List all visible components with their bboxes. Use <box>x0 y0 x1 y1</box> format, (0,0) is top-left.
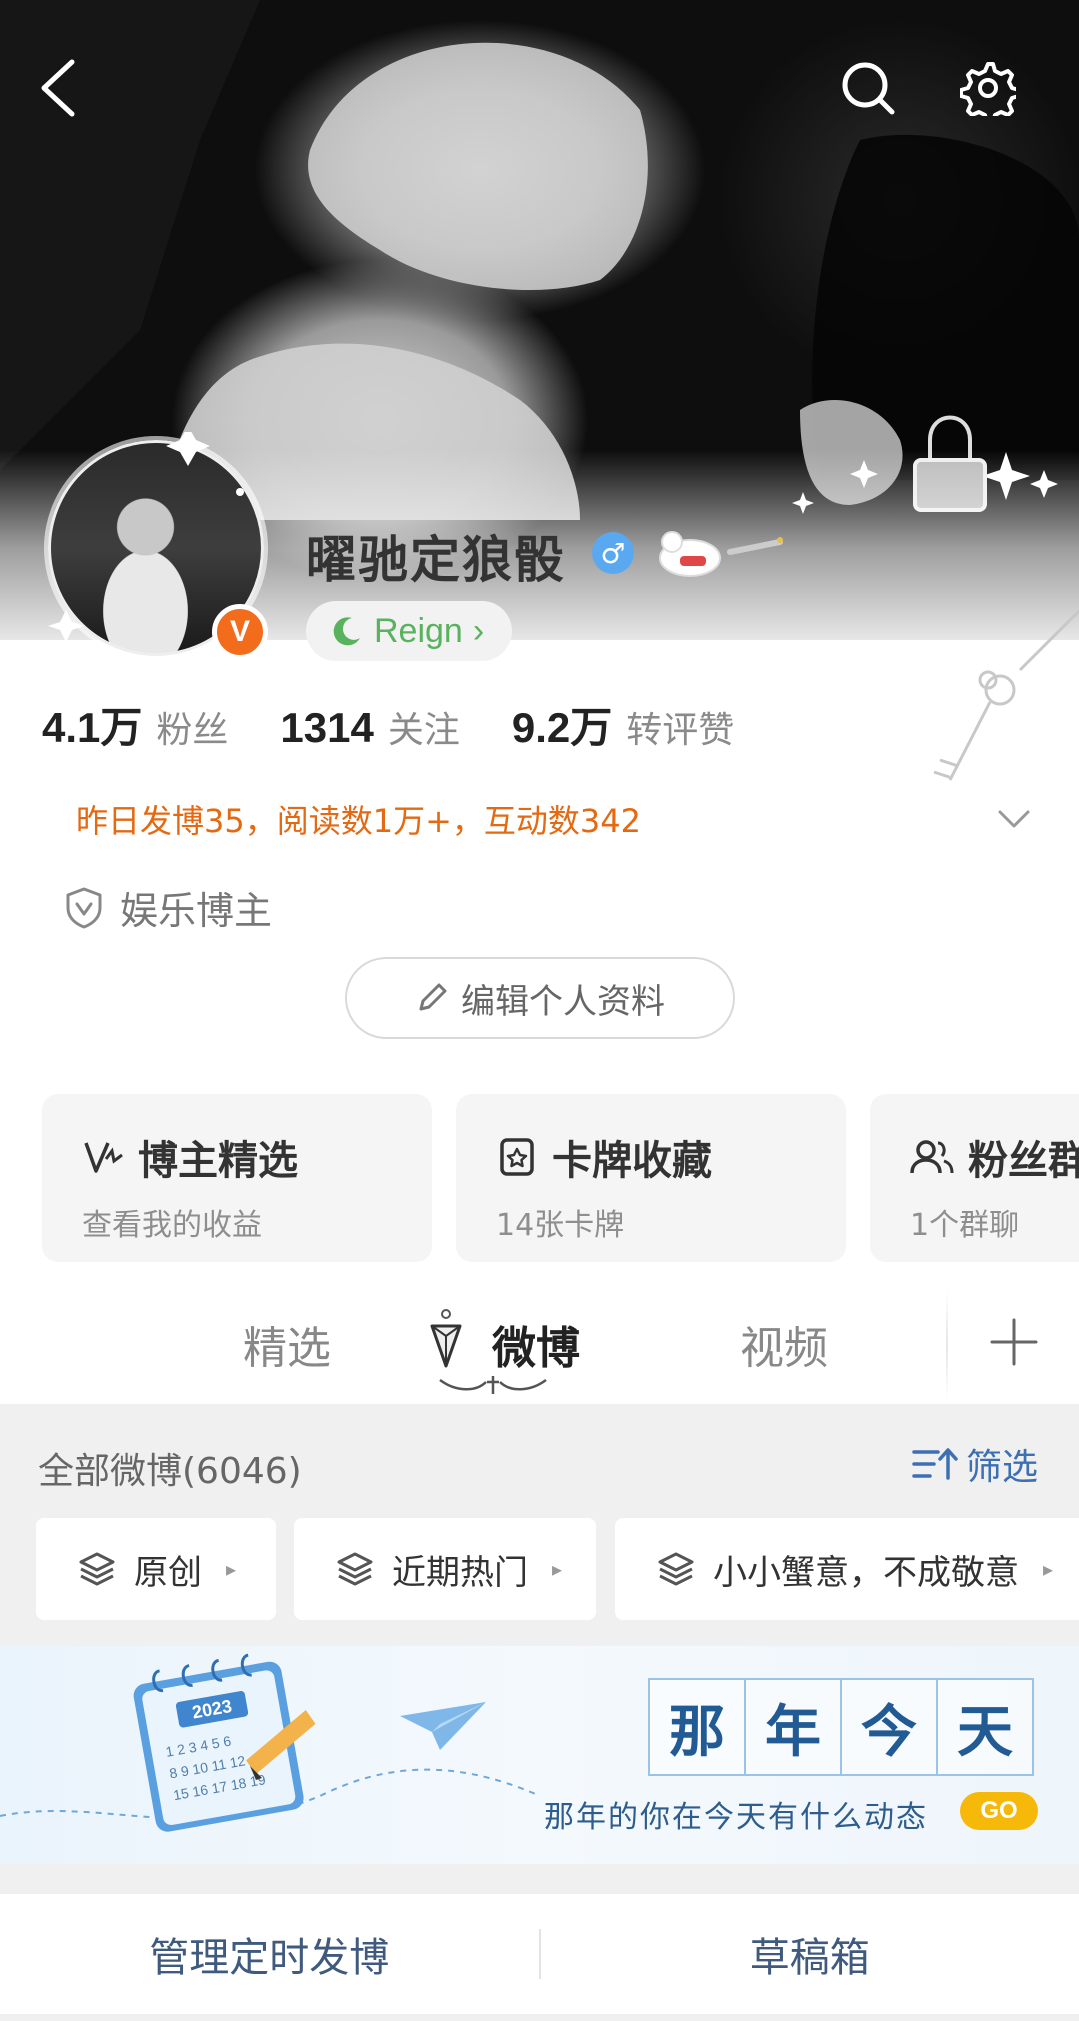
stat-label: 转评赞 <box>626 710 735 751</box>
edit-profile-label: 编辑个人资料 <box>461 981 665 1022</box>
go-button[interactable]: GO <box>960 1792 1038 1830</box>
stat-interactions[interactable]: 9.2万 转评赞 <box>512 694 734 755</box>
shield-icon <box>66 887 102 928</box>
on-this-day-banner[interactable]: 2023 1 2 3 4 5 6 8 9 10 11 12 15 16 17 1… <box>0 1646 1079 1864</box>
chip-recent-hot[interactable]: 近期热门 ▸ <box>294 1518 596 1620</box>
settings-button[interactable] <box>948 48 1028 128</box>
stat-value: 1314 <box>280 704 374 751</box>
chip-label: 原创 <box>134 1552 202 1593</box>
card-title: 粉丝群 <box>968 1138 1079 1184</box>
filter-button[interactable]: 筛选 <box>912 1438 1038 1490</box>
card-title: 博主精选 <box>138 1138 298 1184</box>
title-char: 天 <box>936 1678 1034 1776</box>
reign-membership-pill[interactable]: Reign › <box>306 601 513 661</box>
crown-check-icon <box>84 1142 123 1173</box>
diamond-pendant-icon <box>430 1309 462 1368</box>
stat-value: 4.1万 <box>42 704 143 751</box>
male-gender-icon: ♂ <box>592 532 634 574</box>
filter-label: 筛选 <box>966 1447 1039 1488</box>
title-char: 今 <box>840 1678 938 1776</box>
weibo-count: 全部微博(6046) <box>38 1451 302 1492</box>
feed-section: 全部微博(6046) 筛选 原创 ▸ 近期热门 ▸ 小小蟹意，不成敬意 ▸ 20… <box>0 1404 1079 2021</box>
edit-profile-button[interactable]: 编辑个人资料 <box>345 957 735 1039</box>
chip-arrow-icon: ▸ <box>1043 1557 1054 1581</box>
search-icon <box>842 62 895 115</box>
moon-icon <box>333 617 360 646</box>
tab-featured[interactable]: 精选 <box>243 1312 331 1376</box>
title-char: 那 <box>648 1678 746 1776</box>
card-subtitle: 1个群聊 <box>910 1208 1020 1243</box>
card-title: 卡牌收藏 <box>552 1138 712 1184</box>
stat-value: 9.2万 <box>511 704 613 751</box>
card-subtitle: 查看我的收益 <box>82 1208 262 1243</box>
card-card-collection[interactable]: 卡牌收藏 14张卡牌 <box>456 1094 846 1262</box>
calendar-illustration: 2023 1 2 3 4 5 6 8 9 10 11 12 15 16 17 1… <box>0 1653 541 1832</box>
tab-divider <box>946 1290 948 1400</box>
tab-video[interactable]: 视频 <box>740 1312 828 1376</box>
reign-label: Reign <box>374 611 463 650</box>
card-fan-group[interactable]: 粉丝群 1个群聊 <box>870 1094 1079 1262</box>
layers-icon <box>658 1552 694 1586</box>
stat-label: 粉丝 <box>156 710 229 751</box>
profile-tabs: 精选 微博 视频 <box>0 1290 1079 1400</box>
chip-label: 小小蟹意，不成敬意 <box>713 1552 1019 1593</box>
layers-icon <box>337 1552 373 1586</box>
sort-filter-icon <box>912 1448 958 1480</box>
feature-cards: 博主精选 查看我的收益 卡牌收藏 14张卡牌 粉丝群 1个群聊 <box>42 1094 1079 1262</box>
chip-arrow-icon: ▸ <box>552 1557 563 1581</box>
draft-actions-bar: 管理定时发博 草稿箱 <box>0 1894 1079 2014</box>
stat-following[interactable]: 1314 关注 <box>280 701 459 753</box>
title-char: 年 <box>744 1678 842 1776</box>
on-this-day-title: 那 年 今 天 <box>648 1678 1034 1776</box>
tab-weibo[interactable]: 微博 <box>492 1312 580 1376</box>
chip-arrow-icon: ▸ <box>226 1557 237 1581</box>
bear-sticker-icon <box>659 531 783 577</box>
chevron-down-icon[interactable] <box>994 798 1034 838</box>
pencil-icon <box>419 983 447 1011</box>
key-chain-decoration <box>933 608 1079 781</box>
card-blogger-picks[interactable]: 博主精选 查看我的收益 <box>42 1094 432 1262</box>
card-star-icon <box>500 1138 534 1176</box>
chevron-right-icon: › <box>472 611 485 650</box>
nickname: 曜驰定狼骰 <box>306 531 566 589</box>
stat-followers[interactable]: 4.1万 粉丝 <box>42 694 228 755</box>
chip-original[interactable]: 原创 ▸ <box>36 1518 276 1620</box>
profile-stats: 4.1万 粉丝 1314 关注 9.2万 转评赞 <box>42 694 786 755</box>
tag-label: 娱乐博主 <box>120 889 273 933</box>
search-button[interactable] <box>828 48 908 128</box>
avatar-frame[interactable]: V <box>40 432 272 664</box>
layers-icon <box>79 1552 115 1586</box>
drafts-button[interactable]: 草稿箱 <box>541 1925 1079 1983</box>
scheduled-posts-button[interactable]: 管理定时发博 <box>0 1925 539 1983</box>
back-arrow-icon <box>41 59 75 117</box>
chip-custom-topic[interactable]: 小小蟹意，不成敬意 ▸ <box>615 1518 1079 1620</box>
chip-label: 近期热门 <box>392 1552 528 1593</box>
stat-label: 关注 <box>387 710 460 751</box>
group-icon <box>910 1140 954 1174</box>
card-subtitle: 14张卡牌 <box>496 1208 625 1243</box>
blogger-tag[interactable]: 娱乐博主 <box>64 880 272 935</box>
add-tab-icon[interactable] <box>984 1312 1044 1372</box>
vip-badge[interactable]: V <box>212 604 268 660</box>
on-this-day-subtitle: 那年的你在今天有什么动态 <box>544 1800 928 1835</box>
gear-icon <box>960 62 1016 116</box>
yesterday-summary: 昨日发博35，阅读数1万+，互动数342 <box>76 802 641 840</box>
tab-active-chain-indicator <box>439 1376 547 1394</box>
back-button[interactable] <box>18 48 98 128</box>
